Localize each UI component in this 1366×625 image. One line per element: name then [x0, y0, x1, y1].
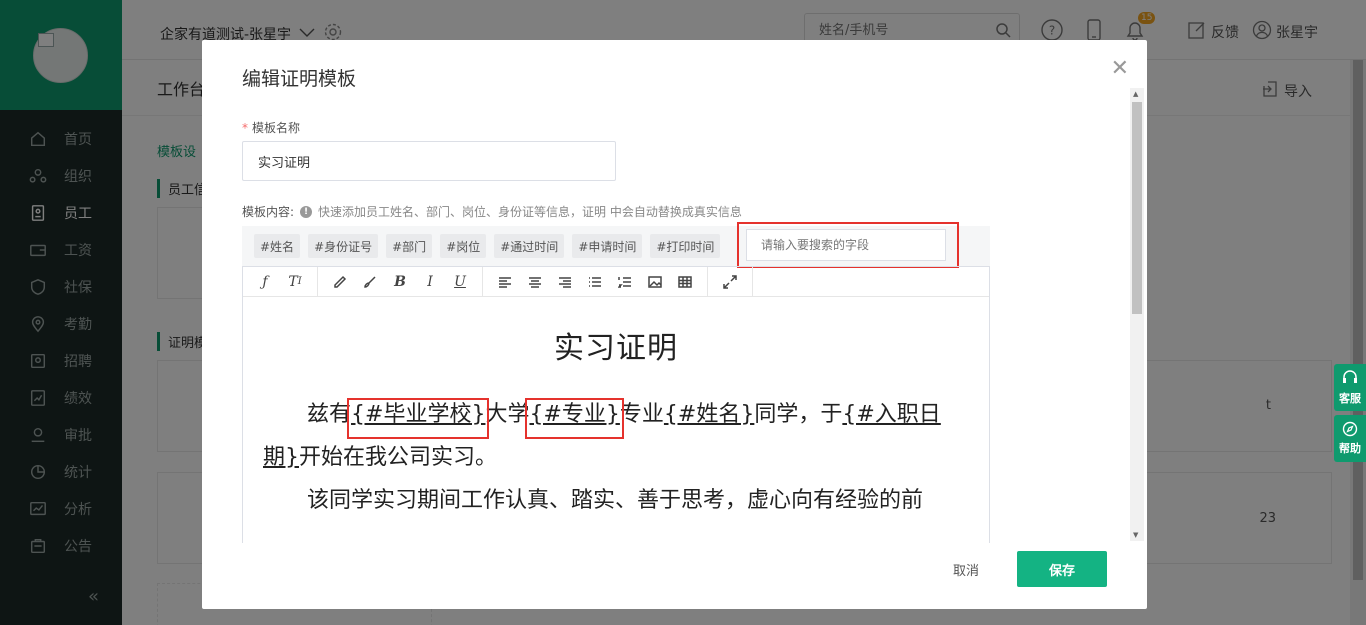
numbered-list-icon[interactable]	[611, 270, 639, 294]
toolbar-group-font: ƒ TI	[243, 267, 318, 297]
dialog-title: 编辑证明模板	[242, 68, 357, 90]
document-paragraph: 兹有{#毕业学校} 大学{#专业} 专业{#姓名}同学，于{#入职日期}开始在我公司…	[263, 393, 969, 479]
dialog-body: * 模板名称 模板内容: ! 快速添加员工姓名、部门、岗位、身份证等信息，证明 中…	[202, 88, 1147, 543]
variable-name[interactable]: {#姓名}	[664, 402, 754, 427]
document-paragraph: 该同学实习期间工作认真、踏实、善于思考，虚心向有经验的前	[307, 488, 924, 513]
variable-major-text: {#专业}	[529, 402, 620, 427]
field-tag-apply-time[interactable]: #申请时间	[572, 234, 643, 258]
toolbar-group-view	[708, 267, 753, 297]
field-search-highlight	[737, 222, 959, 268]
field-tag-name[interactable]: #姓名	[254, 234, 301, 258]
editor-content[interactable]: 实习证明 兹有{#毕业学校} 大学{#专业} 专业{#姓名}同学，于{#入职日期}开…	[243, 297, 989, 522]
info-icon: !	[300, 205, 313, 218]
bold-icon[interactable]: B	[386, 270, 414, 294]
variable-school[interactable]: {#毕业学校}	[347, 398, 490, 439]
close-icon[interactable]: ✕	[1111, 56, 1129, 81]
template-name-label: * 模板名称	[242, 119, 300, 136]
pen-color-icon[interactable]	[326, 270, 354, 294]
variable-major[interactable]: {#专业}	[525, 398, 624, 439]
field-tag-position[interactable]: #岗位	[440, 234, 487, 258]
align-left-icon[interactable]	[491, 270, 519, 294]
required-mark: *	[242, 121, 248, 135]
template-name-input[interactable]	[242, 141, 616, 181]
toolbar-group-paragraph	[483, 267, 708, 297]
document-title: 实习证明	[554, 331, 678, 366]
headset-icon	[1341, 369, 1359, 390]
italic-icon[interactable]: I	[416, 270, 444, 294]
field-tag-id-number[interactable]: #身份证号	[308, 234, 379, 258]
underline-icon[interactable]: U	[446, 270, 474, 294]
customer-service-button[interactable]: 客服	[1334, 364, 1366, 411]
field-search-input[interactable]	[746, 229, 946, 261]
template-content-label: 模板内容: ! 快速添加员工姓名、部门、岗位、身份证等信息，证明 中会自动替换成…	[242, 203, 742, 220]
compass-icon	[1342, 421, 1358, 440]
scroll-up-icon[interactable]: ▲	[1133, 90, 1138, 98]
align-center-icon[interactable]	[521, 270, 549, 294]
text-run: 兹有	[307, 402, 352, 427]
template-hint: 快速添加员工姓名、部门、岗位、身份证等信息，证明 中会自动替换成真实信息	[318, 205, 742, 219]
align-right-icon[interactable]	[551, 270, 579, 294]
toolbar-group-format: B I U	[318, 267, 483, 297]
field-tag-print-time[interactable]: #打印时间	[650, 234, 721, 258]
variable-school-text: {#毕业学校}	[351, 402, 486, 427]
text-run: 大学	[485, 402, 530, 427]
rich-text-editor: ƒ TI B I U 实习证明 兹有{#毕业学校} 大学{#专业} 专业{#姓名…	[242, 266, 990, 543]
edit-template-dialog: 编辑证明模板 ✕ * 模板名称 模板内容: ! 快速添加员工姓名、部门、岗位、身份…	[202, 40, 1147, 609]
help-label: 帮助	[1339, 442, 1361, 455]
font-size-icon[interactable]: TI	[281, 270, 309, 294]
editor-toolbar: ƒ TI B I U	[243, 267, 989, 297]
dialog-scrollbar[interactable]: ▲ ▼	[1130, 88, 1144, 541]
table-icon[interactable]	[671, 270, 699, 294]
text-run: 开始在我公司实习。	[299, 445, 498, 470]
text-run: 同学，于	[754, 402, 843, 427]
fullscreen-icon[interactable]	[716, 270, 744, 294]
font-family-icon[interactable]: ƒ	[251, 270, 279, 294]
template-content-label-text: 模板内容:	[242, 205, 295, 219]
field-tag-approval-time[interactable]: #通过时间	[494, 234, 565, 258]
save-button[interactable]: 保存	[1017, 551, 1107, 587]
cancel-button[interactable]: 取消	[953, 560, 979, 579]
field-tag-department[interactable]: #部门	[386, 234, 433, 258]
dialog-scrollbar-thumb[interactable]	[1132, 102, 1142, 314]
customer-service-label: 客服	[1339, 392, 1361, 405]
bullet-list-icon[interactable]	[581, 270, 609, 294]
float-buttons: 客服 帮助	[1334, 364, 1366, 466]
field-tag-bar: #姓名 #身份证号 #部门 #岗位 #通过时间 #申请时间 #打印时间	[242, 222, 990, 268]
scroll-down-icon[interactable]: ▼	[1133, 531, 1138, 539]
template-name-label-text: 模板名称	[252, 121, 301, 135]
image-icon[interactable]	[641, 270, 669, 294]
help-button[interactable]: 帮助	[1334, 415, 1366, 462]
dialog-footer: 取消 保存	[202, 543, 1147, 609]
text-run: 专业	[619, 402, 664, 427]
brush-icon[interactable]	[356, 270, 384, 294]
